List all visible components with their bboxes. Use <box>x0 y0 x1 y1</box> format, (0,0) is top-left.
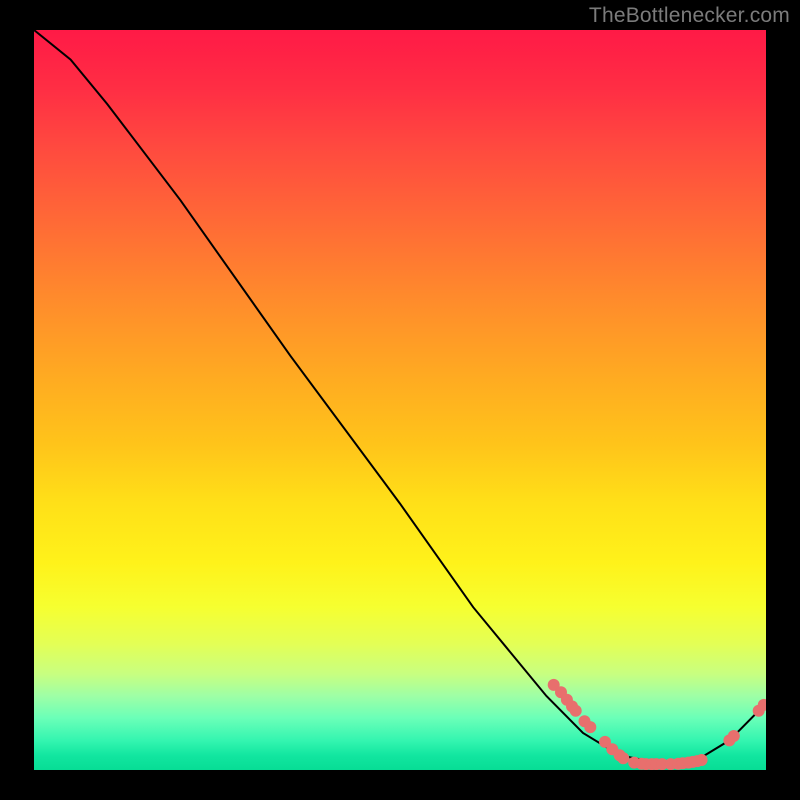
chart-overlay <box>34 30 766 770</box>
data-marker <box>584 721 596 733</box>
data-marker <box>617 752 629 764</box>
watermark-text: TheBottlenecker.com <box>589 4 790 28</box>
bottleneck-curve <box>34 30 766 763</box>
chart-frame: TheBottlenecker.com <box>0 0 800 800</box>
plot-area <box>34 30 766 770</box>
data-markers <box>548 679 766 770</box>
data-marker <box>696 754 708 766</box>
data-marker <box>728 730 740 742</box>
data-marker <box>570 705 582 717</box>
